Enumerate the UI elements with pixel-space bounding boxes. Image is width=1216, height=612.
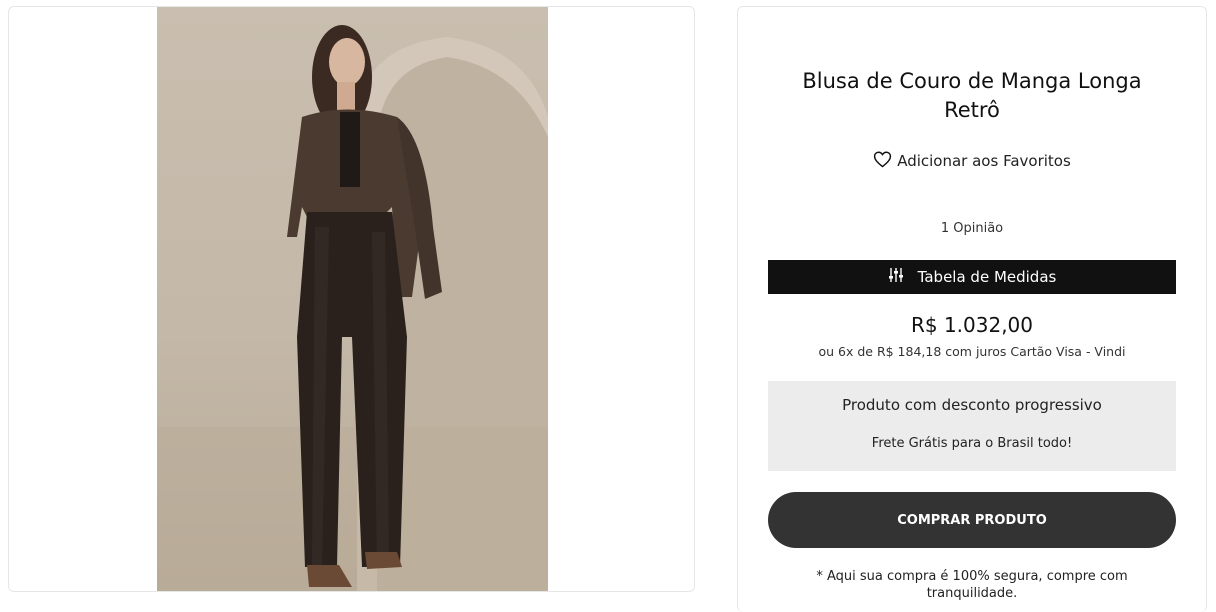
favorite-label: Adicionar aos Favoritos: [897, 152, 1071, 170]
sliders-icon: [888, 267, 904, 287]
product-info-panel: Blusa de Couro de Manga Longa Retrô Adic…: [737, 6, 1207, 612]
secure-purchase-note: * Aqui sua compra é 100% segura, compre …: [816, 569, 1128, 601]
promo-title: Produto com desconto progressivo: [842, 396, 1102, 414]
size-table-label: Tabela de Medidas: [917, 268, 1057, 286]
product-price: R$ 1.032,00: [910, 313, 1034, 337]
model-illustration: [157, 25, 548, 591]
product-title-line2: Retrô: [944, 98, 1000, 122]
add-to-favorites-link[interactable]: Adicionar aos Favoritos: [738, 150, 1206, 172]
product-image-panel: [8, 6, 695, 592]
installments-info: ou 6x de R$ 184,18 com juros Cartão Visa…: [818, 344, 1126, 359]
buy-product-button[interactable]: COMPRAR PRODUTO: [768, 492, 1176, 548]
promo-subtitle: Frete Grátis para o Brasil todo!: [871, 436, 1073, 451]
product-photo[interactable]: [157, 7, 548, 591]
size-table-button[interactable]: Tabela de Medidas: [768, 260, 1176, 294]
promo-box: Produto com desconto progressivo Frete G…: [768, 381, 1176, 471]
product-title-line1: Blusa de Couro de Manga Longa: [802, 69, 1142, 93]
reviews-link[interactable]: 1 Opinião: [738, 221, 1206, 236]
product-title: Blusa de Couro de Manga Longa Retrô: [738, 67, 1206, 125]
heart-icon: [873, 150, 892, 172]
